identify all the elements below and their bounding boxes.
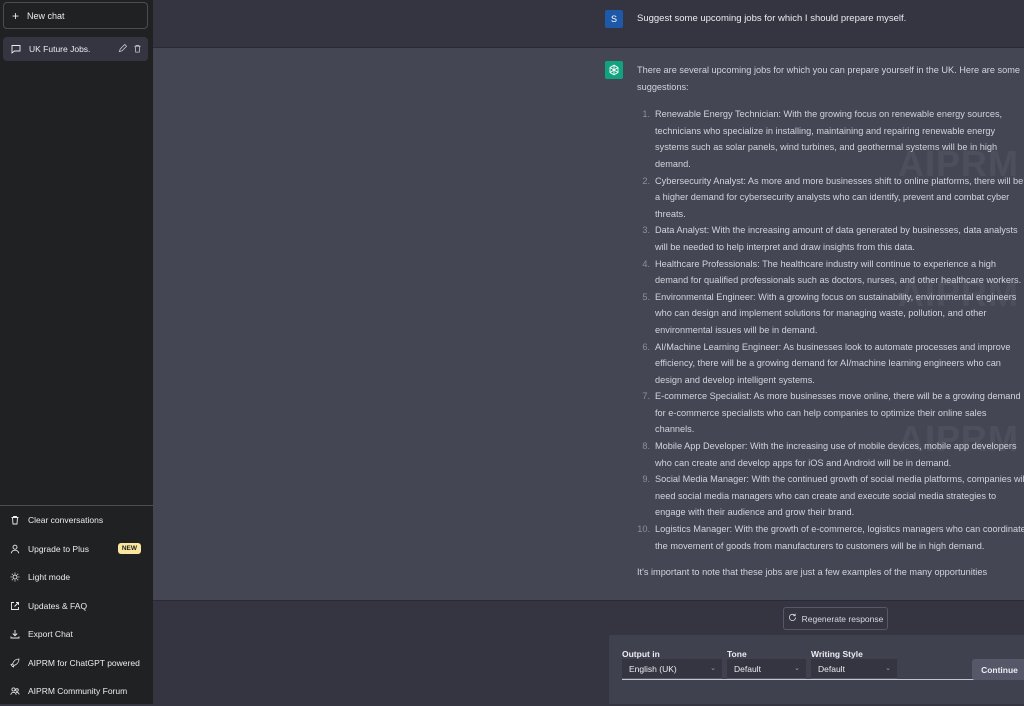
aiprm-options-panel: Output in English (UK) ⌄ Tone Default ⌄ … — [609, 635, 1024, 704]
answer-outro: It's important to note that these jobs a… — [637, 567, 988, 578]
conversation-title: UK Future Jobs. — [29, 44, 91, 54]
trash-icon — [10, 515, 20, 525]
user-icon — [10, 544, 20, 554]
chat-bubble-icon — [11, 44, 21, 54]
list-item: 3. Data Analyst: With the increasing amou… — [642, 225, 1018, 252]
output-in-label: Output in — [622, 649, 660, 659]
writing-style-select[interactable]: Default ⌄ — [811, 659, 897, 679]
regenerate-response-button[interactable]: Regenerate response — [783, 607, 888, 630]
list-item: 1. Renewable Energy Technician: With the … — [642, 109, 1003, 169]
light-mode-label: Light mode — [28, 572, 71, 583]
chatgpt-logo-icon — [605, 61, 623, 79]
answer-intro: There are several upcoming jobs for whic… — [637, 65, 1020, 92]
list-item: 4. Healthcare Professionals: The healthca… — [642, 258, 1022, 286]
composer-area: Regenerate response Output in English (U… — [153, 600, 1024, 704]
writing-style-label: Writing Style — [811, 649, 863, 659]
list-item: 6. AI/Machine Learning Engineer: As busin… — [642, 341, 1011, 385]
updates-faq-link[interactable]: Updates & FAQ — [0, 592, 153, 621]
regenerate-label: Regenerate response — [801, 613, 884, 624]
user-avatar: S — [605, 10, 623, 28]
new-chat-label: New chat — [27, 10, 65, 21]
user-message: Suggest some upcoming jobs for which I s… — [637, 13, 907, 24]
aiprm-forum-label: AIPRM Community Forum — [28, 686, 128, 697]
list-item: 8. Mobile App Developer: With the increas… — [642, 441, 1017, 468]
tone-label: Tone — [727, 649, 747, 659]
aiprm-powered-label: AIPRM for ChatGPT powered — [28, 657, 140, 668]
external-link-icon — [10, 601, 20, 611]
aiprm-forum-link[interactable]: AIPRM Community Forum — [0, 677, 153, 706]
list-item: 2. Cybersecurity Analyst: As more and mor… — [642, 175, 1024, 219]
tone-select[interactable]: Default ⌄ — [727, 659, 806, 679]
community-icon — [10, 686, 20, 696]
user-message-row: S Suggest some upcoming jobs for which I… — [153, 0, 1024, 48]
chevron-down-icon: ⌄ — [885, 665, 891, 672]
continue-button[interactable]: Continue — [972, 659, 1024, 680]
divider — [622, 679, 1024, 680]
sidebar-bottom-menu: Clear conversations Upgrade to Plus NEW … — [0, 505, 153, 706]
list-item: 10. Logistics Manager: With the growth of… — [637, 524, 1024, 551]
new-badge: NEW — [117, 543, 141, 555]
light-mode-button[interactable]: Light mode — [0, 563, 153, 592]
delete-icon[interactable] — [133, 44, 142, 55]
plus-icon: + — [12, 8, 20, 23]
sidebar: + New chat UK Future Jobs. Clear convers… — [0, 0, 153, 704]
sun-icon — [10, 572, 20, 582]
list-item: 7. E-commerce Specialist: As more busines… — [642, 391, 1021, 435]
edit-icon[interactable] — [118, 43, 128, 55]
list-item: 9. Social Media Manager: With the continu… — [642, 474, 1024, 518]
new-chat-button[interactable]: + New chat — [3, 2, 148, 29]
clear-conversations-label: Clear conversations — [28, 515, 104, 526]
upgrade-label: Upgrade to Plus — [28, 543, 89, 554]
chat-main: S Suggest some upcoming jobs for which I… — [153, 0, 1024, 704]
aiprm-powered-link[interactable]: AIPRM for ChatGPT powered — [0, 649, 153, 678]
output-language-select[interactable]: English (UK) ⌄ — [622, 659, 722, 679]
conversation-actions — [118, 43, 142, 55]
clear-conversations-button[interactable]: Clear conversations — [0, 506, 153, 535]
list-item: 5. Environmental Engineer: With a growing… — [642, 291, 1017, 335]
updates-faq-label: Updates & FAQ — [28, 600, 88, 611]
conversation-item[interactable]: UK Future Jobs. — [3, 37, 148, 61]
answer-list: 1. Renewable Energy Technician: With the … — [637, 106, 1024, 554]
chevron-down-icon: ⌄ — [794, 665, 800, 672]
assistant-answer: There are several upcoming jobs for whic… — [637, 62, 1024, 581]
rocket-icon — [10, 658, 20, 668]
export-chat-button[interactable]: Export Chat — [0, 620, 153, 649]
chevron-down-icon: ⌄ — [710, 665, 716, 672]
export-chat-label: Export Chat — [28, 629, 73, 640]
upgrade-to-plus-button[interactable]: Upgrade to Plus NEW — [0, 535, 153, 564]
refresh-icon — [788, 613, 797, 624]
download-icon — [10, 629, 20, 639]
assistant-message-row: AIPRM AIPRM AIPRM There are several upco… — [153, 48, 1024, 600]
